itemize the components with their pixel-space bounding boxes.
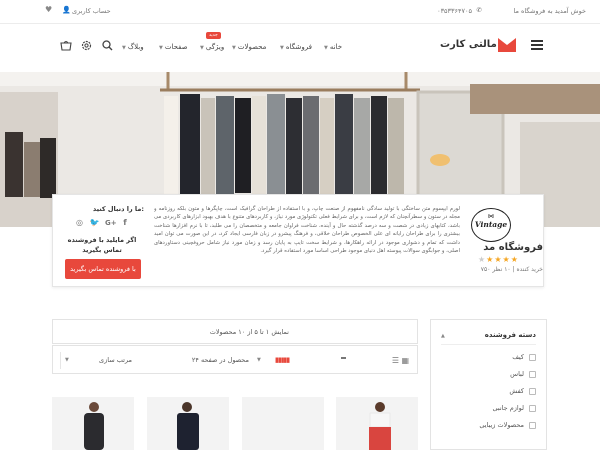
list-icon[interactable] [341,357,346,359]
nav-label: محصولات [237,43,267,51]
product-card[interactable] [242,397,324,450]
list-view-icon[interactable]: ☰ [392,356,399,365]
chevron-down-icon: ▼ [200,45,204,51]
nav-label: خانه [329,43,343,51]
star-icon: ★★★★ [486,255,519,264]
product-image [242,397,324,450]
product-card[interactable] [147,397,229,450]
checkbox-accessories[interactable] [529,405,536,412]
instagram-icon[interactable]: ◎ [76,218,83,227]
grid-columns-icon[interactable]: ▮▮▮▮▮ [275,356,290,364]
chevron-up-icon[interactable]: ▲ [441,333,445,339]
top-bar: خوش آمدید به فروشگاه ما ✆ ۰۳۵۳۳۶۴۷۰۵ حسا… [0,0,600,24]
menu-icon[interactable] [531,40,543,50]
chevron-down-icon[interactable]: ▼ [257,357,261,363]
nav-item-blog[interactable]: ▼ وبلاگ [122,43,144,51]
vendor-name: فروشگاه مد [483,242,543,253]
nav-item-shop[interactable]: ▼ فروشگاه [280,43,312,51]
chevron-down-icon: ▼ [65,357,69,363]
product-image [147,397,229,450]
contact-text: اگر مایلید با فروشنده تماس بگیرید [67,236,137,254]
checkbox-bags[interactable] [529,354,536,361]
user-icon: 👤 [62,6,71,14]
vendor-logo: ⋈ Vintage [471,208,511,242]
bowtie-icon: ⋈ [488,213,494,220]
vendor-description: لورم ایپسوم متن ساختگی با تولید سادگی نا… [154,206,460,255]
nav-label: فروشگاه [285,43,312,51]
category-label: محصولات زیبایی [479,421,524,429]
per-page-select[interactable]: ۲۴ محصول در صفحه [192,356,249,364]
checkbox-clothing[interactable] [529,371,536,378]
chevron-down-icon: ▼ [159,45,163,51]
heart-icon[interactable]: ♥ [45,5,52,14]
nav-label: صفحات [164,43,188,51]
nav-item-features[interactable]: ▼ ویژگی [200,43,224,51]
new-badge: جدید [206,32,221,39]
category-label: کیف [512,353,524,361]
nav-item-home[interactable]: ▼ خانه [324,43,342,51]
phone-icon: ✆ [476,6,482,14]
results-count: نمایش ۱ تا ۵ از ۱۰ محصولات [209,328,289,336]
nav-item-pages[interactable]: ▼ صفحات [159,43,188,51]
product-card[interactable] [52,397,134,450]
chevron-down-icon: ▼ [324,45,328,51]
twitter-icon[interactable]: 🐦 [90,218,100,227]
logo-text[interactable]: مالتی کارت [440,39,497,50]
checkbox-beauty[interactable] [529,422,536,429]
sort-select[interactable]: مرتب سازی ▼ [60,352,140,369]
rating-stars: ★★★★★ [478,255,519,264]
sidebar-divider [441,344,536,345]
star-empty-icon: ★ [478,255,487,264]
phone-number: ۰۳۵۳۳۶۴۷۰۵ [437,7,472,15]
facebook-icon[interactable]: f [123,218,126,227]
vendor-badge-text: Vintage [474,220,508,229]
checkbox-shoes[interactable] [529,388,536,395]
category-sidebar: دسته فروشنده ▲ کیف لباس کفش لوازم جانبی … [430,319,547,450]
social-icons: ◎ 🐦 G+ f [76,218,127,227]
welcome-text: خوش آمدید به فروشگاه ما [513,7,586,15]
logo-icon[interactable] [498,38,516,52]
vendor-rating-text: ۷۵۰ خرید کننده | ۱۰ نظر [480,266,543,273]
product-image [336,397,418,450]
nav-label: ویژگی [205,43,225,51]
listing-toolbar: ▦ ☰ ▮▮▮▮▮ ۲۴ محصول در صفحه ▼ مرتب سازی ▼ [52,345,418,374]
chevron-down-icon: ▼ [232,45,236,51]
product-card[interactable] [336,397,418,450]
follow-title: ما را دنبال کنید: [92,205,144,213]
nav-item-products[interactable]: ▼ محصولات [232,43,266,51]
gear-icon[interactable] [81,40,92,53]
search-icon[interactable] [102,40,113,53]
category-label: لوازم جانبی [492,404,524,412]
contact-vendor-button[interactable]: با فروشنده تماس بگیرید [65,259,141,279]
category-label: کفش [509,387,524,395]
google-plus-icon[interactable]: G+ [105,219,117,227]
sidebar-title: دسته فروشنده [484,331,536,339]
chevron-down-icon: ▼ [280,45,284,51]
nav-label: وبلاگ [127,43,144,51]
category-label: لباس [510,370,524,378]
product-image [52,397,134,450]
cart-icon[interactable] [60,40,72,53]
account-link[interactable]: حساب کاربری [72,7,111,15]
grid-view-icon[interactable]: ▦ [401,356,409,365]
chevron-down-icon: ▼ [122,45,126,51]
results-bar: نمایش ۱ تا ۵ از ۱۰ محصولات [52,319,418,344]
sort-label: مرتب سازی [99,356,132,364]
